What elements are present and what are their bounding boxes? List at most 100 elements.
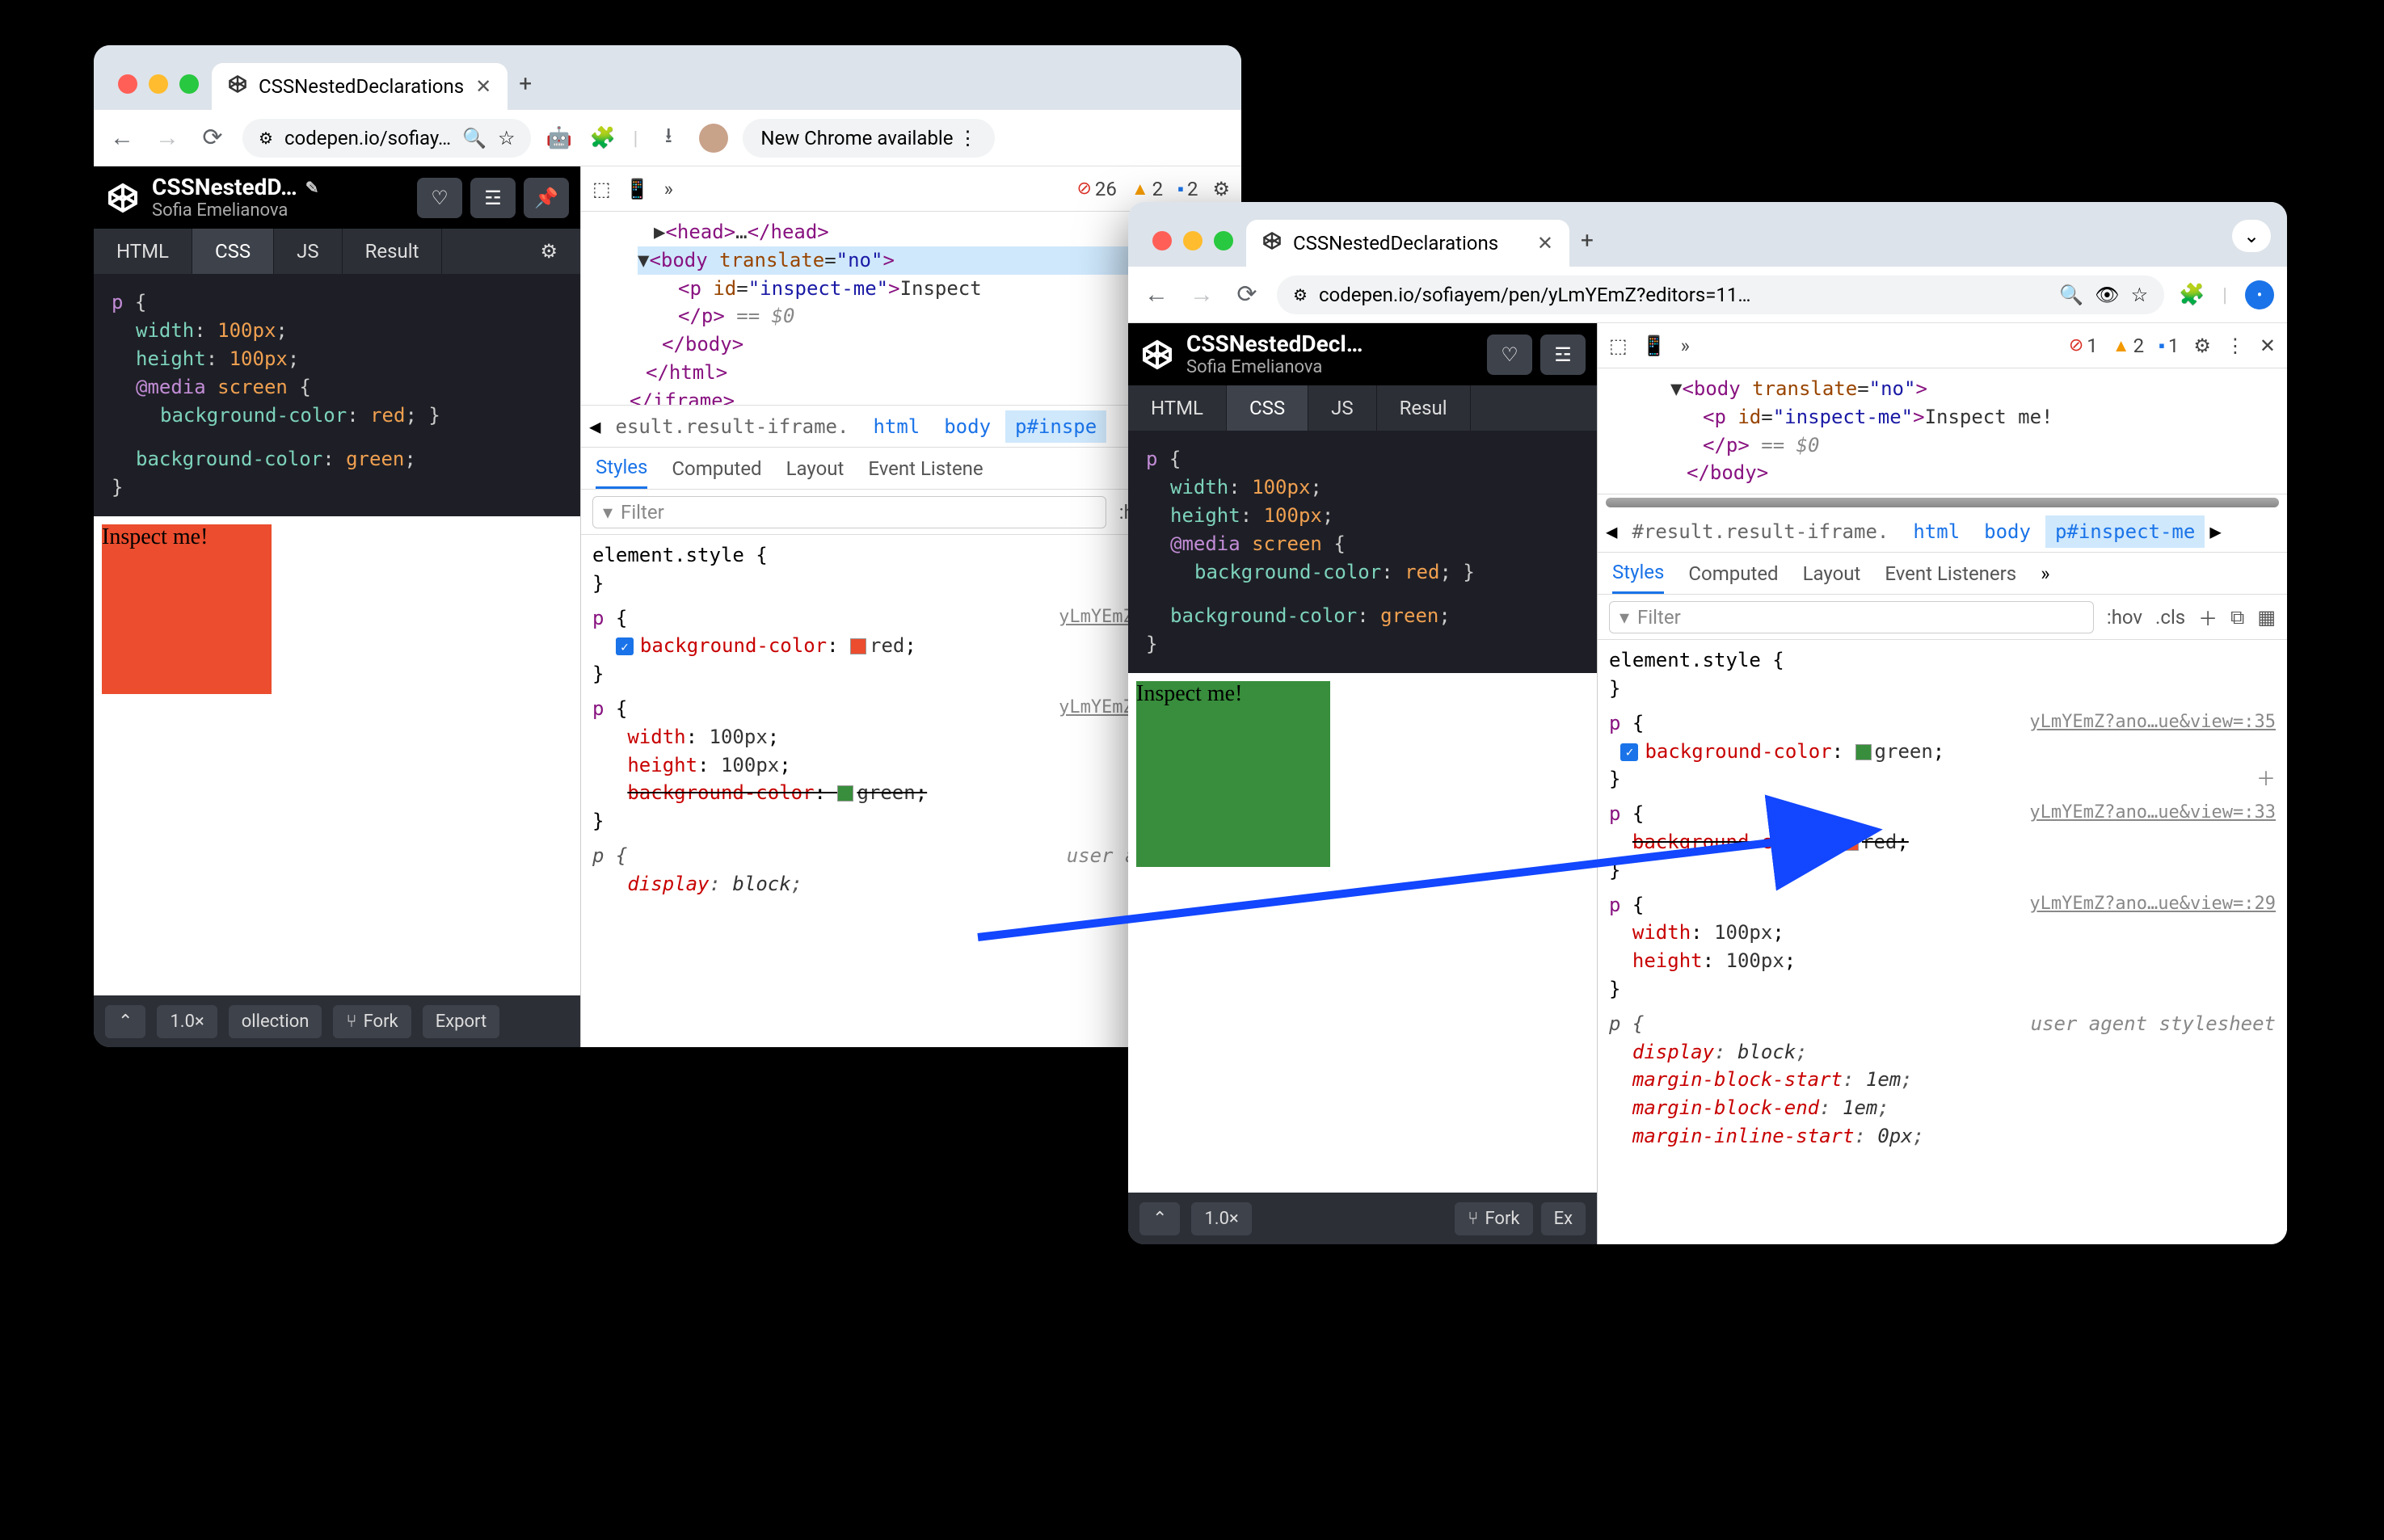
info-count[interactable]: ▪1 <box>2159 335 2179 357</box>
maximize-window-icon[interactable] <box>179 74 199 94</box>
flex-icon[interactable]: ⧉ <box>2230 606 2244 629</box>
url-field[interactable]: ⚙ codepen.io/sofiay… 🔍 ☆ <box>242 119 531 158</box>
inspect-me-box[interactable]: Inspect me! <box>1136 681 1330 867</box>
new-tab-button[interactable]: + <box>519 70 532 97</box>
back-button[interactable]: ← <box>1141 280 1172 309</box>
extensions-icon[interactable]: 🧩 <box>2179 283 2205 307</box>
close-window-icon[interactable] <box>118 74 137 94</box>
console-toggle[interactable]: ⌃ <box>105 1005 145 1038</box>
url-field[interactable]: ⚙ codepen.io/sofiayem/pen/yLmYEmZ?editor… <box>1277 276 2164 314</box>
bookmark-icon[interactable]: ☆ <box>2131 284 2149 306</box>
filter-input[interactable]: ▾Filter <box>592 496 1106 528</box>
layout-button[interactable]: ☲ <box>470 178 516 218</box>
site-settings-icon[interactable]: ⚙ <box>1293 285 1308 305</box>
color-swatch-icon[interactable] <box>837 785 853 802</box>
tab-css[interactable]: CSS <box>192 229 274 274</box>
more-tabs-icon[interactable]: » <box>1681 335 1690 357</box>
zoom-icon[interactable]: 🔍 <box>462 127 486 149</box>
forward-button[interactable]: → <box>152 124 183 152</box>
crumb-left-icon[interactable]: ◀ <box>1606 520 1617 543</box>
more-tabs-icon[interactable]: » <box>664 178 673 200</box>
minimize-window-icon[interactable] <box>1183 231 1203 250</box>
horizontal-scrollbar[interactable] <box>1606 498 2279 507</box>
profile-avatar[interactable] <box>699 124 728 153</box>
warning-count[interactable]: ▲2 <box>1131 178 1163 200</box>
forward-button[interactable]: → <box>1186 280 1217 309</box>
inspect-element-icon[interactable]: ⬚ <box>592 178 611 200</box>
subtab-styles[interactable]: Styles <box>596 448 647 489</box>
profile-avatar[interactable]: • <box>2245 280 2274 309</box>
close-window-icon[interactable] <box>1152 231 1172 250</box>
more-tabs-icon[interactable]: » <box>2041 562 2049 585</box>
zoom-level[interactable]: 1.0× <box>1191 1202 1251 1235</box>
collection-button[interactable]: ollection <box>229 1005 322 1038</box>
cls-toggle[interactable]: .cls <box>2155 606 2185 629</box>
zoom-level[interactable]: 1.0× <box>157 1005 217 1038</box>
tab-html[interactable]: HTML <box>94 229 192 274</box>
tab-js[interactable]: JS <box>1308 385 1377 431</box>
fork-button[interactable]: ⑂ Fork <box>333 1005 411 1038</box>
bookmark-icon[interactable]: ☆ <box>498 127 516 149</box>
download-icon[interactable]: ⭳ <box>655 120 681 156</box>
error-count[interactable]: ⊘1 <box>2069 335 2098 357</box>
browser-tab[interactable]: CSSNestedDeclarations ✕ <box>212 63 508 110</box>
warning-count[interactable]: ▲2 <box>2112 335 2144 357</box>
settings-icon[interactable]: ⚙ <box>1212 178 1230 200</box>
filter-input[interactable]: ▾Filter <box>1609 601 2094 633</box>
color-swatch-icon[interactable] <box>1855 744 1872 760</box>
error-count[interactable]: ⊘26 <box>1076 178 1116 200</box>
crumb-left-icon[interactable]: ◀ <box>589 415 600 438</box>
inspect-element-icon[interactable]: ⬚ <box>1609 335 1628 357</box>
subtab-layout[interactable]: Layout <box>1803 554 1861 593</box>
add-prop-icon[interactable]: ＋ <box>2256 765 2276 793</box>
tab-html[interactable]: HTML <box>1128 385 1227 431</box>
robot-icon[interactable]: 🤖 <box>545 126 571 150</box>
device-toggle-icon[interactable]: 📱 <box>625 178 650 200</box>
kebab-menu-icon[interactable]: ⋮ <box>2226 335 2245 357</box>
grid-icon[interactable]: ▦ <box>2257 606 2276 629</box>
settings-icon[interactable]: ⚙ <box>2193 335 2211 357</box>
code-editor[interactable]: p { width: 100px; height: 100px; @media … <box>1128 431 1597 673</box>
kebab-menu-icon[interactable]: ⋮ <box>958 127 977 149</box>
back-button[interactable]: ← <box>107 124 137 152</box>
edit-title-icon[interactable]: ✎ <box>305 179 319 197</box>
close-tab-icon[interactable]: ✕ <box>475 75 491 98</box>
dom-tree[interactable]: ▼<body translate="no"> <p id="inspect-me… <box>1598 368 2287 494</box>
checkbox-icon[interactable]: ✓ <box>1620 743 1638 761</box>
code-editor[interactable]: p { width: 100px; height: 100px; @media … <box>94 274 580 516</box>
new-tab-button[interactable]: + <box>1581 227 1594 254</box>
fork-button[interactable]: ⑂ Fork <box>1455 1202 1532 1235</box>
tab-result[interactable]: Result <box>343 229 443 274</box>
close-devtools-icon[interactable]: ✕ <box>2260 335 2276 357</box>
reload-button[interactable]: ⟳ <box>197 124 228 152</box>
color-swatch-icon[interactable] <box>850 638 866 654</box>
tab-result[interactable]: Resul <box>1377 385 1471 431</box>
tab-css[interactable]: CSS <box>1227 385 1308 431</box>
reload-button[interactable]: ⟳ <box>1232 280 1262 309</box>
minimize-window-icon[interactable] <box>149 74 168 94</box>
subtab-computed[interactable]: Computed <box>1688 554 1778 593</box>
maximize-window-icon[interactable] <box>1214 231 1233 250</box>
console-toggle[interactable]: ⌃ <box>1139 1202 1180 1235</box>
browser-tab[interactable]: CSSNestedDeclarations ✕ <box>1246 220 1569 267</box>
tab-js[interactable]: JS <box>274 229 343 274</box>
heart-button[interactable]: ♡ <box>1487 335 1532 375</box>
export-button[interactable]: Ex <box>1541 1202 1586 1235</box>
breadcrumb[interactable]: ◀ #result.result-iframe. html body p#ins… <box>1598 511 2287 553</box>
subtab-layout[interactable]: Layout <box>786 449 845 488</box>
crumb-right-icon[interactable]: ▶ <box>2209 520 2221 543</box>
styles-rules[interactable]: element.style {} yLmYEmZ?ano…ue&view=:35… <box>1598 640 2287 1163</box>
export-button[interactable]: Export <box>423 1005 500 1038</box>
checkbox-icon[interactable]: ✓ <box>616 637 634 655</box>
color-swatch-icon[interactable] <box>1843 835 1859 851</box>
close-tab-icon[interactable]: ✕ <box>1537 232 1553 255</box>
tab-overflow-icon[interactable]: ⌄ <box>2232 220 2271 252</box>
extensions-icon[interactable]: 🧩 <box>589 126 615 150</box>
settings-icon[interactable]: ⚙ <box>517 229 580 274</box>
inspect-me-box[interactable]: Inspect me! <box>102 524 272 694</box>
info-count[interactable]: ▪2 <box>1177 178 1198 200</box>
new-rule-icon[interactable]: ＋ <box>2198 603 2218 631</box>
site-settings-icon[interactable]: ⚙ <box>259 128 273 148</box>
subtab-events[interactable]: Event Listene <box>868 449 983 488</box>
update-chip[interactable]: New Chrome available ⋮ <box>743 119 995 158</box>
